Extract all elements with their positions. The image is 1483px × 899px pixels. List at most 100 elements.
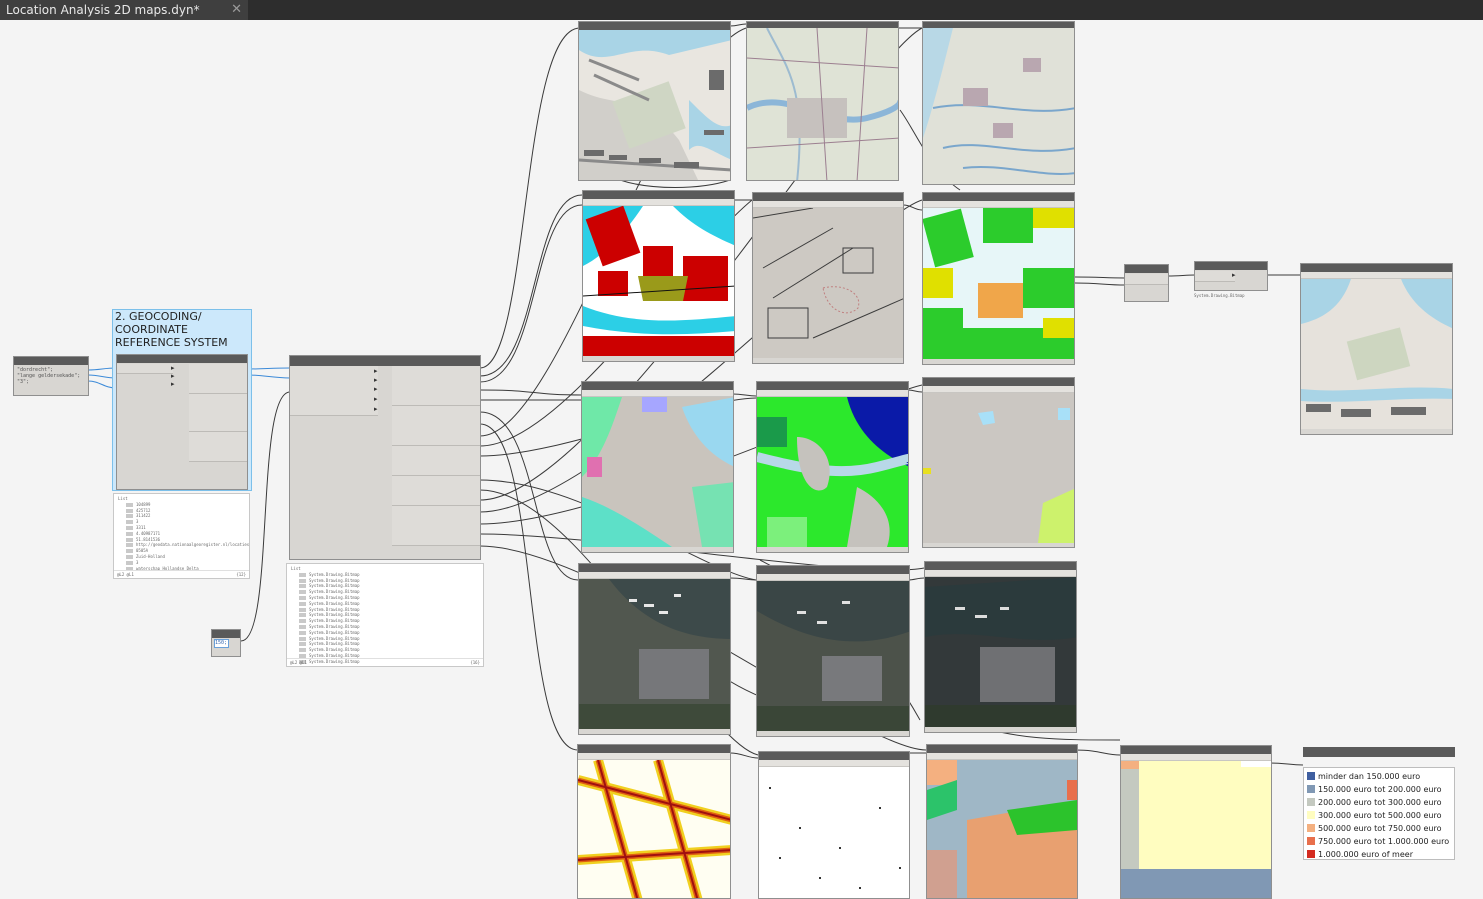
input-port[interactable] bbox=[1195, 271, 1235, 282]
output-ports[interactable] bbox=[189, 432, 247, 462]
map-watch-node[interactable] bbox=[578, 21, 731, 181]
wire bbox=[619, 179, 731, 188]
map-request-node[interactable]: ▸ ▸ ▸ ▸ ▸ bbox=[289, 355, 481, 560]
bitmap-list-preview[interactable]: List 0System.Drawing.Bitmap1System.Drawi… bbox=[286, 563, 484, 667]
preview-count: {16} bbox=[470, 660, 480, 665]
node-header[interactable] bbox=[582, 382, 733, 390]
node-header[interactable] bbox=[1301, 264, 1452, 272]
preview-count: {12} bbox=[236, 572, 246, 577]
map-watch-node[interactable] bbox=[922, 21, 1075, 185]
legend-swatch bbox=[1307, 824, 1315, 832]
output-ports[interactable] bbox=[392, 506, 480, 546]
legend-node-header[interactable] bbox=[1303, 747, 1455, 757]
wire bbox=[1074, 276, 1126, 279]
topographic-map-image bbox=[579, 30, 730, 180]
building-outlines-map-image bbox=[753, 208, 903, 358]
output-ports[interactable] bbox=[392, 446, 480, 476]
preview-levels[interactable]: @L2 @L1 bbox=[290, 659, 307, 666]
node-header[interactable] bbox=[14, 357, 88, 365]
number-input-node[interactable]: 150; bbox=[211, 629, 241, 657]
map-watch-node[interactable] bbox=[756, 381, 909, 553]
node-header[interactable] bbox=[927, 745, 1077, 753]
wire bbox=[907, 389, 923, 393]
node-header[interactable] bbox=[923, 378, 1074, 386]
node-header[interactable] bbox=[923, 193, 1074, 201]
input-port[interactable] bbox=[117, 364, 173, 374]
map-watch-node[interactable] bbox=[924, 561, 1077, 733]
node-header[interactable] bbox=[579, 22, 730, 30]
map-watch-node[interactable] bbox=[1300, 263, 1453, 435]
aerial-photo-image bbox=[925, 577, 1076, 727]
code-text[interactable]: "dordrecht"; "lange geldersekade"; "3"; bbox=[17, 367, 80, 385]
map-watch-node[interactable] bbox=[582, 190, 735, 362]
map-watch-node[interactable] bbox=[926, 744, 1078, 899]
bitmap-function-node[interactable]: ▸ bbox=[1194, 261, 1268, 291]
list-index: 2 bbox=[299, 584, 306, 589]
output-ports[interactable] bbox=[189, 394, 247, 432]
node-header[interactable] bbox=[1125, 265, 1168, 273]
input-ports[interactable] bbox=[290, 366, 378, 416]
list-index: 1 bbox=[299, 578, 306, 583]
map-watch-node[interactable] bbox=[758, 751, 910, 899]
node-header[interactable] bbox=[290, 356, 480, 366]
function-node[interactable] bbox=[1124, 264, 1169, 302]
input-port[interactable] bbox=[1125, 274, 1168, 285]
node-header[interactable] bbox=[583, 191, 734, 199]
node-header[interactable] bbox=[1303, 747, 1455, 757]
list-index: 5 bbox=[299, 601, 306, 606]
node-header[interactable] bbox=[757, 382, 908, 390]
building-age-map-image bbox=[923, 208, 1074, 359]
map-watch-node[interactable] bbox=[578, 563, 731, 735]
map-watch-node[interactable] bbox=[581, 381, 734, 553]
map-watch-node[interactable] bbox=[577, 744, 731, 899]
map-watch-node[interactable] bbox=[756, 565, 910, 737]
map-watch-node[interactable] bbox=[746, 21, 899, 181]
preview-levels[interactable]: @L2 @L1 bbox=[117, 571, 134, 578]
wire bbox=[732, 393, 757, 397]
output-ports[interactable] bbox=[392, 476, 480, 506]
node-subheader bbox=[759, 760, 909, 767]
geocoding-node[interactable]: ▸ ▸ ▸ bbox=[116, 354, 248, 490]
node-header[interactable] bbox=[1195, 262, 1267, 270]
number-field[interactable]: 150; bbox=[214, 639, 229, 648]
legend-label: 500.000 euro tot 750.000 euro bbox=[1318, 824, 1442, 833]
output-ports[interactable] bbox=[392, 406, 480, 446]
map-watch-node[interactable] bbox=[1120, 745, 1272, 899]
node-header[interactable] bbox=[117, 355, 247, 363]
node-header[interactable] bbox=[1121, 746, 1271, 754]
node-subheader bbox=[923, 201, 1074, 208]
list-value: System.Drawing.Bitmap bbox=[309, 600, 360, 606]
title-bar: Location Analysis 2D maps.dyn* ✕ bbox=[0, 0, 1483, 20]
noise-map-image bbox=[578, 760, 730, 898]
node-header[interactable] bbox=[578, 745, 730, 753]
list-value: System.Drawing.Bitmap bbox=[309, 583, 360, 589]
port-arrow-icon: ▸ bbox=[374, 405, 378, 413]
bitmap-output-label: System.Drawing.Bitmap bbox=[1194, 293, 1245, 298]
list-index: 6 bbox=[126, 537, 133, 542]
node-header[interactable] bbox=[757, 566, 909, 574]
map-watch-node[interactable] bbox=[922, 192, 1075, 365]
node-header[interactable] bbox=[579, 564, 730, 572]
code-block-node[interactable]: "dordrecht"; "lange geldersekade"; "3"; bbox=[13, 356, 89, 396]
output-ports[interactable] bbox=[189, 364, 247, 394]
close-tab-icon[interactable]: ✕ bbox=[231, 0, 242, 20]
node-header[interactable] bbox=[212, 630, 240, 638]
aerial-photo-image bbox=[757, 581, 909, 731]
list-value: System.Drawing.Bitmap bbox=[309, 594, 360, 600]
node-header[interactable] bbox=[925, 562, 1076, 570]
list-value: System.Drawing.Bitmap bbox=[309, 647, 360, 653]
list-value: System.Drawing.Bitmap bbox=[309, 577, 360, 583]
port-arrow-icon: ▸ bbox=[374, 385, 378, 393]
group-title[interactable]: 2. GEOCODING/ COORDINATE REFERENCE SYSTE… bbox=[115, 310, 249, 349]
node-header[interactable] bbox=[753, 193, 903, 201]
graph-canvas[interactable]: "dordrecht"; "lange geldersekade"; "3"; … bbox=[0, 20, 1483, 899]
list-value: Zuid-Holland bbox=[136, 553, 165, 559]
map-watch-node[interactable] bbox=[922, 377, 1075, 548]
node-header[interactable] bbox=[759, 752, 909, 760]
geocode-output-preview[interactable]: List 010489914257122311422334331154.4098… bbox=[113, 493, 250, 579]
property-value-map-image bbox=[927, 760, 1077, 898]
map-watch-node[interactable] bbox=[752, 192, 904, 364]
wire bbox=[247, 367, 291, 370]
file-tab[interactable]: Location Analysis 2D maps.dyn* ✕ bbox=[0, 0, 248, 20]
output-ports[interactable] bbox=[392, 366, 480, 406]
